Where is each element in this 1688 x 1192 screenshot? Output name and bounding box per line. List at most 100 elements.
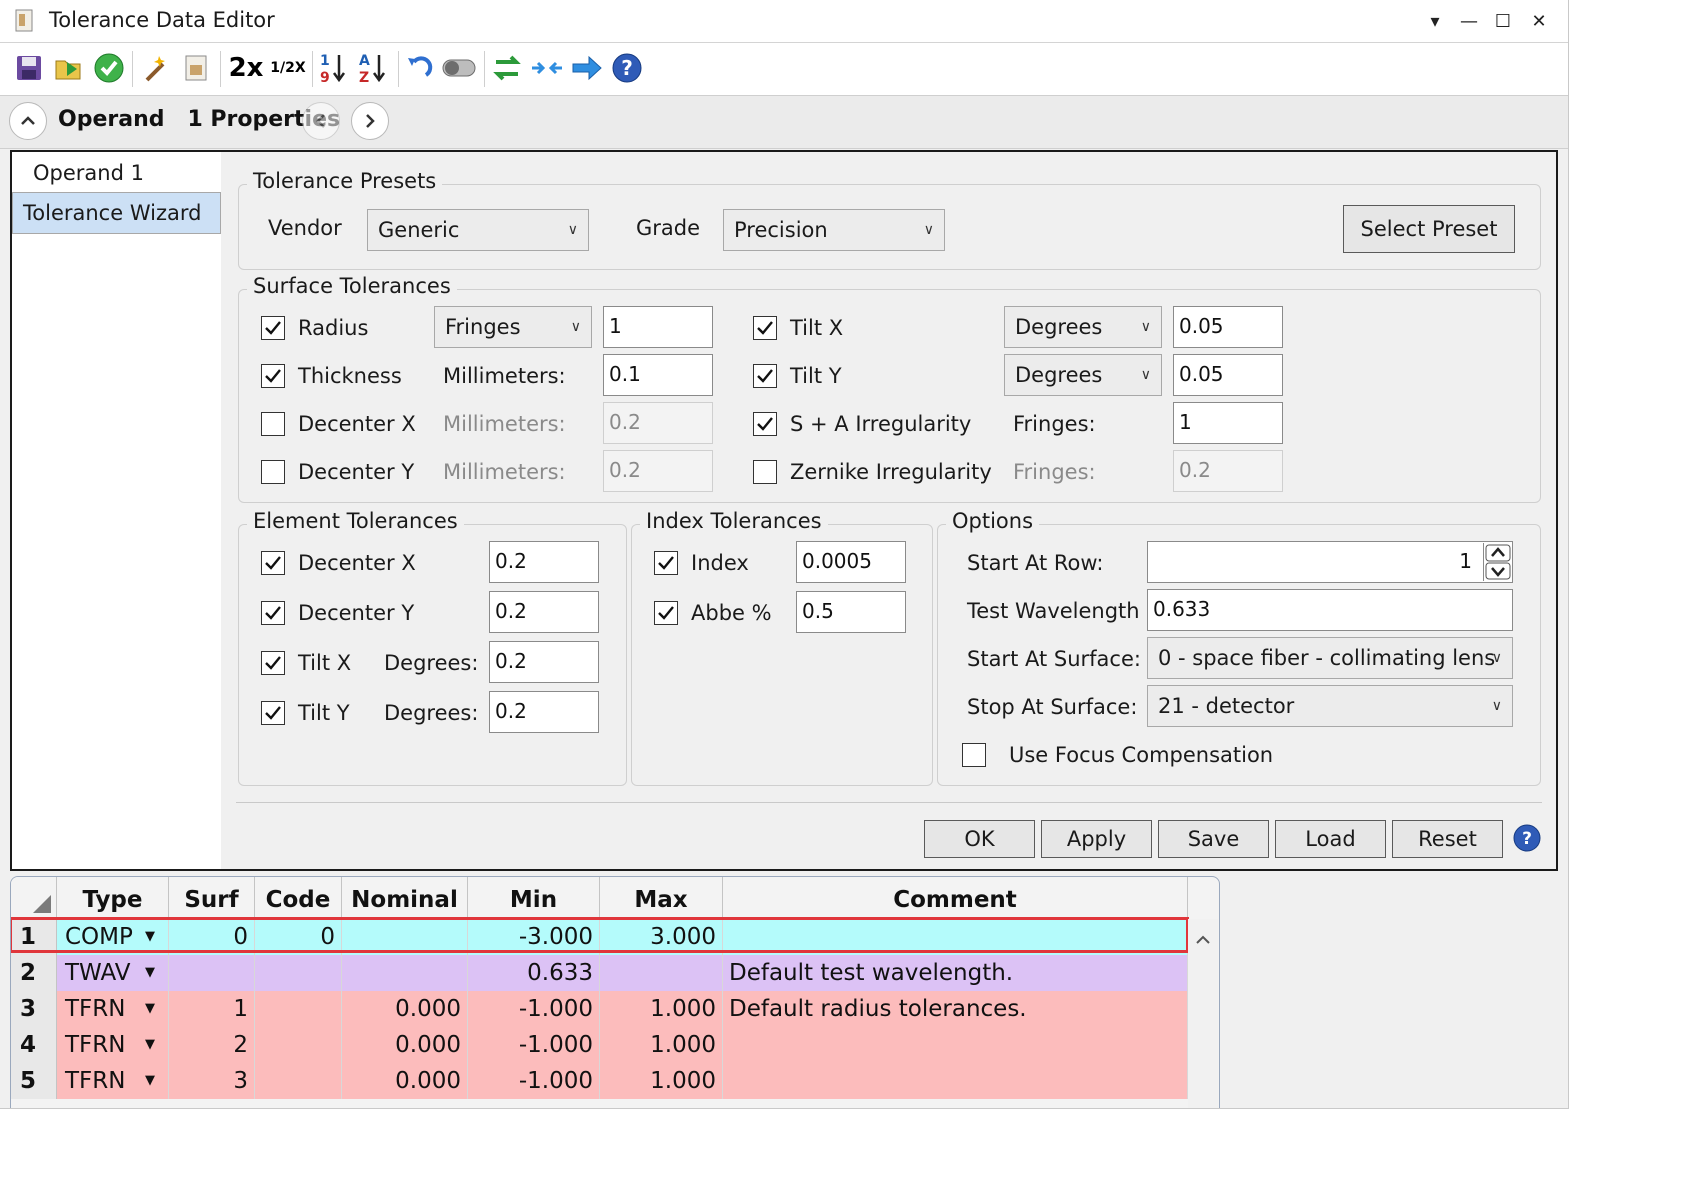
load-folder-icon[interactable] bbox=[52, 51, 86, 85]
tilt-y-input[interactable]: 0.05 bbox=[1173, 354, 1283, 396]
cell-min[interactable]: -1.000 bbox=[468, 1063, 600, 1099]
check-ok-icon[interactable] bbox=[92, 51, 126, 85]
tilt-x-checkbox[interactable] bbox=[753, 316, 777, 340]
cell-comment[interactable] bbox=[723, 919, 1188, 955]
cell-code[interactable] bbox=[255, 955, 342, 991]
type-dropdown-icon[interactable]: ▼ bbox=[145, 919, 161, 955]
radius-checkbox[interactable] bbox=[261, 316, 285, 340]
help-icon[interactable]: ? bbox=[610, 51, 644, 85]
sort-alpha-icon[interactable]: A Z bbox=[356, 51, 390, 85]
focus-compensation-checkbox[interactable] bbox=[962, 743, 986, 767]
row-number[interactable]: 4 bbox=[11, 1027, 57, 1063]
previous-operand-chevron-left-icon[interactable] bbox=[302, 102, 340, 140]
index-input[interactable]: 0.0005 bbox=[796, 541, 906, 583]
cell-nominal[interactable]: 0.000 bbox=[342, 991, 468, 1027]
radius-input[interactable]: 1 bbox=[603, 306, 713, 348]
wizard-wand-icon[interactable] bbox=[140, 51, 174, 85]
cell-max[interactable]: 1.000 bbox=[600, 1027, 723, 1063]
table-row[interactable]: 1 COMP ▼ 0 0 -3.000 3.000 bbox=[11, 917, 1189, 955]
column-header-min[interactable]: Min bbox=[468, 877, 600, 919]
window-menu-chevron-icon[interactable]: ▾ bbox=[1420, 6, 1450, 36]
cell-comment[interactable]: Default radius tolerances. bbox=[723, 991, 1188, 1027]
cell-comment[interactable]: Default test wavelength. bbox=[723, 955, 1188, 991]
column-header-max[interactable]: Max bbox=[600, 877, 723, 919]
tilt-y-unit-select[interactable]: Degrees ∨ bbox=[1004, 354, 1162, 396]
type-dropdown-icon[interactable]: ▼ bbox=[145, 1063, 161, 1099]
test-wavelength-input[interactable]: 0.633 bbox=[1147, 589, 1513, 631]
undo-icon[interactable] bbox=[402, 51, 436, 85]
cell-min[interactable]: 0.633 bbox=[468, 955, 600, 991]
cell-min[interactable]: -1.000 bbox=[468, 991, 600, 1027]
cell-surf[interactable]: 1 bbox=[169, 991, 255, 1027]
sa-irregularity-checkbox[interactable] bbox=[753, 412, 777, 436]
zernike-irregularity-checkbox[interactable] bbox=[753, 460, 777, 484]
type-dropdown-icon[interactable]: ▼ bbox=[145, 991, 161, 1027]
cell-min[interactable]: -1.000 bbox=[468, 1027, 600, 1063]
cell-comment[interactable] bbox=[723, 1063, 1188, 1099]
tilt-y-checkbox[interactable] bbox=[753, 364, 777, 388]
editor-icon[interactable] bbox=[180, 51, 214, 85]
column-header-type[interactable]: Type bbox=[57, 877, 169, 919]
reset-button[interactable]: Reset bbox=[1392, 820, 1503, 858]
table-row[interactable]: 3 TFRN ▼ 1 0.000 -1.000 1.000 Default radius to… bbox=[11, 991, 1188, 1027]
close-button[interactable]: ✕ bbox=[1524, 6, 1554, 36]
table-row[interactable]: 5 TFRN ▼ 3 0.000 -1.000 1.000 bbox=[11, 1063, 1188, 1099]
element-tilt-y-checkbox[interactable] bbox=[261, 701, 285, 725]
decenter-x-checkbox[interactable] bbox=[261, 412, 285, 436]
nav-item-operand-1[interactable]: Operand 1 bbox=[12, 156, 221, 190]
cell-code[interactable]: 0 bbox=[255, 919, 342, 955]
element-tilt-x-input[interactable]: 0.2 bbox=[489, 641, 599, 683]
table-corner[interactable] bbox=[11, 877, 57, 919]
next-operand-chevron-right-icon[interactable] bbox=[351, 102, 389, 140]
element-decenter-y-checkbox[interactable] bbox=[261, 601, 285, 625]
radius-unit-select[interactable]: Fringes ∨ bbox=[434, 306, 592, 348]
column-header-code[interactable]: Code bbox=[255, 877, 342, 919]
element-tilt-x-checkbox[interactable] bbox=[261, 651, 285, 675]
vendor-select[interactable]: Generic ∨ bbox=[367, 209, 589, 251]
row-number[interactable]: 1 bbox=[11, 919, 57, 955]
column-header-comment[interactable]: Comment bbox=[723, 877, 1188, 919]
sort-numeric-icon[interactable]: 1 9 bbox=[316, 51, 350, 85]
stop-surface-select[interactable]: 21 - detector ∨ bbox=[1147, 685, 1513, 727]
cell-type[interactable]: COMP ▼ bbox=[57, 919, 169, 955]
column-header-surf[interactable]: Surf bbox=[169, 877, 255, 919]
table-row[interactable]: 2 TWAV ▼ 0.633 Default test wavelength. bbox=[11, 955, 1188, 991]
abbe-checkbox[interactable] bbox=[654, 601, 678, 625]
element-decenter-x-input[interactable]: 0.2 bbox=[489, 541, 599, 583]
row-number[interactable]: 2 bbox=[11, 955, 57, 991]
table-scrollbar[interactable] bbox=[1188, 919, 1218, 1108]
cell-min[interactable]: -3.000 bbox=[468, 919, 600, 955]
cell-nominal[interactable] bbox=[342, 955, 468, 991]
maximize-button[interactable]: ☐ bbox=[1488, 6, 1518, 36]
cell-code[interactable] bbox=[255, 991, 342, 1027]
type-dropdown-icon[interactable]: ▼ bbox=[145, 955, 161, 991]
collapse-chevron-up-icon[interactable] bbox=[9, 102, 47, 140]
type-dropdown-icon[interactable]: ▼ bbox=[145, 1027, 161, 1063]
cell-nominal[interactable]: 0.000 bbox=[342, 1063, 468, 1099]
cell-surf[interactable]: 0 bbox=[169, 919, 255, 955]
ok-button[interactable]: OK bbox=[924, 820, 1035, 858]
grade-select[interactable]: Precision ∨ bbox=[723, 209, 945, 251]
start-surface-select[interactable]: 0 - space fiber - collimating lens ∨ bbox=[1147, 637, 1513, 679]
load-button[interactable]: Load bbox=[1275, 820, 1386, 858]
abbe-input[interactable]: 0.5 bbox=[796, 591, 906, 633]
start-row-input[interactable]: 1 bbox=[1147, 541, 1513, 583]
tilt-x-input[interactable]: 0.05 bbox=[1173, 306, 1283, 348]
nav-item-tolerance-wizard[interactable]: Tolerance Wizard bbox=[12, 192, 221, 234]
thickness-checkbox[interactable] bbox=[261, 364, 285, 388]
collapse-arrows-icon[interactable] bbox=[530, 51, 564, 85]
cell-nominal[interactable] bbox=[342, 919, 468, 955]
cell-code[interactable] bbox=[255, 1027, 342, 1063]
help-icon[interactable]: ? bbox=[1512, 823, 1542, 853]
cell-type[interactable]: TFRN ▼ bbox=[57, 1027, 169, 1063]
save-icon[interactable] bbox=[12, 51, 46, 85]
thickness-input[interactable]: 0.1 bbox=[603, 354, 713, 396]
cell-type[interactable]: TWAV ▼ bbox=[57, 955, 169, 991]
save-button[interactable]: Save bbox=[1158, 820, 1269, 858]
sa-irregularity-input[interactable]: 1 bbox=[1173, 402, 1283, 444]
cell-max[interactable] bbox=[600, 955, 723, 991]
cell-code[interactable] bbox=[255, 1063, 342, 1099]
start-row-spinner[interactable] bbox=[1483, 543, 1512, 581]
select-preset-button[interactable]: Select Preset bbox=[1343, 205, 1515, 253]
cell-type[interactable]: TFRN ▼ bbox=[57, 991, 169, 1027]
